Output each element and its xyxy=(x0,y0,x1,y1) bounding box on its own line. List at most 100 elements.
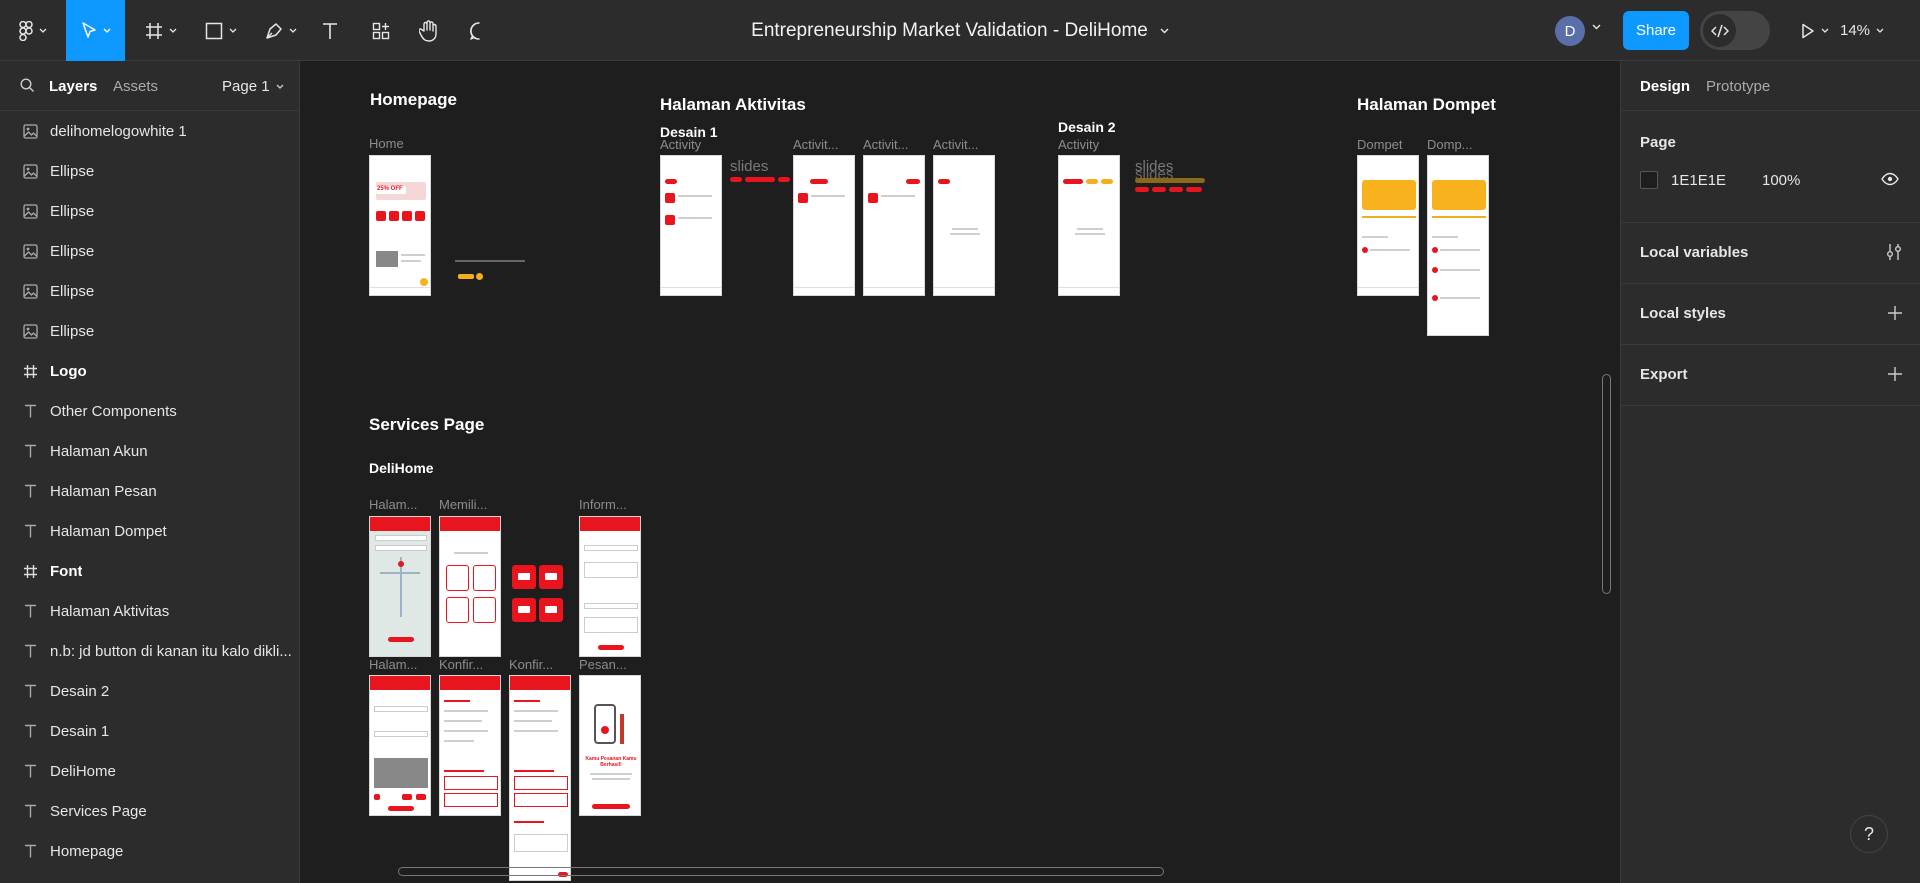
local-variables-section[interactable]: Local variables xyxy=(1621,223,1920,284)
frame-label-informasi[interactable]: Inform... xyxy=(579,497,627,512)
frame-label-activity-4[interactable]: Activit... xyxy=(933,137,979,152)
frame-tool-button[interactable] xyxy=(138,0,184,61)
dompet-frame-2[interactable] xyxy=(1427,155,1489,336)
frame-label-activity[interactable]: Activity xyxy=(660,137,701,152)
frame-label-halaman-2[interactable]: Halam... xyxy=(369,657,417,672)
dev-mode-toggle[interactable] xyxy=(1700,11,1770,50)
tab-layers[interactable]: Layers xyxy=(49,78,97,95)
tab-assets[interactable]: Assets xyxy=(113,78,158,95)
present-button[interactable] xyxy=(1797,0,1833,61)
slide-chip[interactable] xyxy=(1135,178,1205,183)
plus-icon[interactable] xyxy=(1888,367,1902,381)
pen-tool-button[interactable] xyxy=(258,0,304,61)
page-color-hex[interactable]: 1E1E1E xyxy=(1671,172,1726,189)
canvas-vertical-scrollbar[interactable] xyxy=(1602,374,1611,594)
share-button[interactable]: Share xyxy=(1623,11,1689,50)
help-button[interactable]: ? xyxy=(1850,815,1888,853)
info-frame[interactable] xyxy=(579,516,641,657)
desain2-label[interactable]: Desain 2 xyxy=(1058,119,1116,135)
search-icon[interactable] xyxy=(20,78,35,93)
local-styles-section[interactable]: Local styles xyxy=(1621,284,1920,345)
text-tool-button[interactable] xyxy=(317,0,343,61)
layer-row[interactable]: Halaman Aktivitas xyxy=(0,591,299,631)
layer-row[interactable]: Ellipse xyxy=(0,311,299,351)
layer-row[interactable]: Ellipse xyxy=(0,151,299,191)
activity-frame-d2[interactable] xyxy=(1058,155,1120,296)
dompet-frame-1[interactable] xyxy=(1357,155,1419,296)
slide-chip[interactable] xyxy=(778,177,790,182)
frame-label-konfirmasi-2[interactable]: Konfir... xyxy=(509,657,553,672)
confirm-frame-1[interactable] xyxy=(439,675,501,816)
resources-tool-button[interactable] xyxy=(368,0,394,61)
home-frame[interactable]: 25% OFF xyxy=(369,155,431,296)
tab-prototype[interactable]: Prototype xyxy=(1706,78,1770,95)
slide-chip[interactable] xyxy=(745,177,775,182)
activity-frame-3[interactable] xyxy=(863,155,925,296)
frame-label-dompet[interactable]: Dompet xyxy=(1357,137,1403,152)
frame-label-activity-d2[interactable]: Activity xyxy=(1058,137,1099,152)
slide-chip[interactable] xyxy=(1186,187,1202,192)
slide-chip[interactable] xyxy=(1169,187,1183,192)
layer-row[interactable]: Halaman Dompet xyxy=(0,511,299,551)
map-frame[interactable] xyxy=(369,516,431,657)
section-halaman-dompet-title[interactable]: Halaman Dompet xyxy=(1357,95,1496,115)
layer-row[interactable]: Ellipse xyxy=(0,231,299,271)
frame-label-konfirmasi-1[interactable]: Konfir... xyxy=(439,657,483,672)
vehicle-select-frame[interactable] xyxy=(439,516,501,657)
section-services-page-title[interactable]: Services Page xyxy=(369,415,484,435)
activity-frame-4[interactable] xyxy=(933,155,995,296)
layer-row[interactable]: Other Components xyxy=(0,391,299,431)
chevron-down-icon[interactable] xyxy=(1592,24,1601,30)
comment-tool-button[interactable] xyxy=(466,0,492,61)
tab-design[interactable]: Design xyxy=(1640,78,1690,95)
layer-row[interactable]: Halaman Akun xyxy=(0,431,299,471)
section-homepage-title[interactable]: Homepage xyxy=(370,90,457,110)
move-tool-button[interactable] xyxy=(66,0,125,61)
success-frame[interactable]: Kamu Pesanan Kamu Berhasil! xyxy=(579,675,641,816)
file-title-dropdown[interactable]: Entrepreneurship Market Validation - Del… xyxy=(700,0,1220,61)
section-halaman-aktivitas-title[interactable]: Halaman Aktivitas xyxy=(660,95,806,115)
page-opacity[interactable]: 100% xyxy=(1762,172,1800,189)
confirm-frame-2[interactable] xyxy=(509,675,571,881)
export-section[interactable]: Export xyxy=(1621,345,1920,406)
vehicle-tile[interactable] xyxy=(539,565,563,589)
zoom-dropdown[interactable]: 14% xyxy=(1840,0,1884,61)
layer-row[interactable]: Ellipse xyxy=(0,271,299,311)
layer-row[interactable]: DeliHome xyxy=(0,751,299,791)
frame-label-activity-2[interactable]: Activit... xyxy=(793,137,839,152)
canvas-horizontal-scrollbar[interactable] xyxy=(398,867,1164,876)
frame-label-pesanan[interactable]: Pesan... xyxy=(579,657,627,672)
plus-icon[interactable] xyxy=(1888,306,1902,320)
frame-label-home[interactable]: Home xyxy=(369,136,404,151)
user-avatar[interactable]: D xyxy=(1555,16,1585,46)
design-canvas[interactable]: Homepage Home 25% OFF Halaman Aktivitas … xyxy=(300,61,1620,883)
hand-tool-button[interactable] xyxy=(416,0,442,61)
frame-label-memilih[interactable]: Memili... xyxy=(439,497,487,512)
layer-row[interactable]: Desain 2 xyxy=(0,671,299,711)
form-frame[interactable] xyxy=(369,675,431,816)
page-color-swatch[interactable] xyxy=(1640,171,1658,189)
activity-frame-2[interactable] xyxy=(793,155,855,296)
delihome-label[interactable]: DeliHome xyxy=(369,460,434,476)
frame-label-dompet-2[interactable]: Domp... xyxy=(1427,137,1473,152)
activity-frame-1[interactable] xyxy=(660,155,722,296)
layer-row[interactable]: n.b: jd button di kanan itu kalo dikli..… xyxy=(0,631,299,671)
page-selector[interactable]: Page 1 xyxy=(222,78,284,95)
main-menu-button[interactable] xyxy=(10,0,55,61)
slide-chip[interactable] xyxy=(1152,187,1166,192)
frame-label-activity-3[interactable]: Activit... xyxy=(863,137,909,152)
eye-icon[interactable] xyxy=(1881,172,1899,186)
layer-row[interactable]: Font xyxy=(0,551,299,591)
layer-row[interactable]: Desain 1 xyxy=(0,711,299,751)
layer-row[interactable]: Logo xyxy=(0,351,299,391)
vehicle-tile[interactable] xyxy=(512,598,536,622)
slides-label-1[interactable]: slides xyxy=(730,158,768,175)
shape-tool-button[interactable] xyxy=(198,0,244,61)
slide-chip[interactable] xyxy=(1135,187,1149,192)
layer-row[interactable]: Services Page xyxy=(0,791,299,831)
sliders-icon[interactable] xyxy=(1886,243,1902,261)
layer-row[interactable]: delihomelogowhite 1 xyxy=(0,111,299,151)
slide-chip[interactable] xyxy=(730,177,742,182)
layer-row[interactable]: Halaman Pesan xyxy=(0,471,299,511)
vehicle-tile[interactable] xyxy=(512,565,536,589)
